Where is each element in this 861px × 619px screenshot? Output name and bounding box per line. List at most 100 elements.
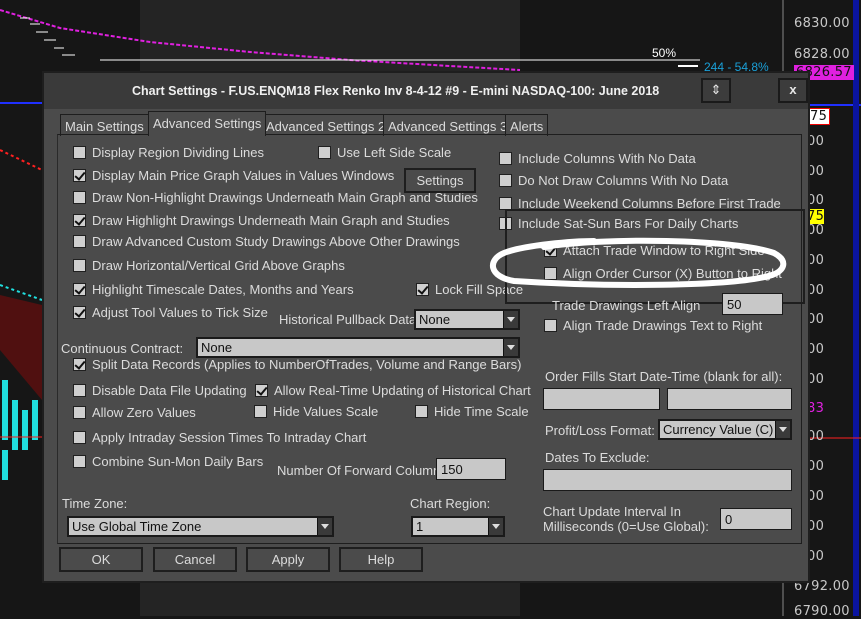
checkbox-label: Use Left Side Scale xyxy=(337,145,452,160)
checkbox-label: Apply Intraday Session Times To Intraday… xyxy=(92,430,367,445)
checkbox-box[interactable] xyxy=(73,235,86,248)
close-button[interactable]: x xyxy=(778,78,808,103)
tab-alerts[interactable]: Alerts xyxy=(505,114,549,136)
checkbox-label: Include Columns With No Data xyxy=(518,151,696,166)
apply-button[interactable]: Apply xyxy=(246,547,330,572)
checkbox-box[interactable] xyxy=(73,431,86,444)
historical-pullback-select[interactable]: None xyxy=(414,309,520,330)
continuous-contract-select[interactable]: None xyxy=(196,337,520,358)
help-button[interactable]: Help xyxy=(339,547,423,572)
dialog-titlebar[interactable]: Chart Settings - F.US.ENQM18 Flex Renko … xyxy=(44,73,808,109)
checkbox-box[interactable] xyxy=(73,191,86,204)
checkbox-label: Allow Real-Time Updating of Historical C… xyxy=(274,383,531,398)
dates-to-exclude-label: Dates To Exclude: xyxy=(545,450,650,465)
chevron-down-icon[interactable] xyxy=(317,518,332,535)
checkbox-box[interactable] xyxy=(73,406,86,419)
checkbox-label: Allow Zero Values xyxy=(92,405,196,420)
checkbox-label: Align Trade Drawings Text to Right xyxy=(563,318,763,333)
tab-main-settings[interactable]: Main Settings xyxy=(60,114,149,136)
time-zone-select[interactable]: Use Global Time Zone xyxy=(67,516,334,537)
checkbox-display-main-price-values[interactable]: Display Main Price Graph Values in Value… xyxy=(73,168,394,183)
checkbox-box[interactable] xyxy=(73,306,86,319)
trade-drawings-left-align-label: Trade Drawings Left Align xyxy=(552,298,701,313)
checkbox-box[interactable] xyxy=(318,146,331,159)
tab-advanced-settings-2[interactable]: Advanced Settings 2 xyxy=(261,114,391,136)
checkbox-box[interactable] xyxy=(73,283,86,296)
tab-advanced-settings-3[interactable]: Advanced Settings 3 xyxy=(383,114,513,136)
checkbox-draw-grid-above[interactable]: Draw Horizontal/Vertical Grid Above Grap… xyxy=(73,258,345,273)
checkbox-box[interactable] xyxy=(73,259,86,272)
checkbox-split-data-records[interactable]: Split Data Records (Applies to NumberOfT… xyxy=(73,357,521,372)
checkbox-disable-data-file-updating[interactable]: Disable Data File Updating xyxy=(73,383,247,398)
advanced-settings-panel: Display Region Dividing Lines Use Left Si… xyxy=(57,134,805,544)
checkbox-apply-intraday-session[interactable]: Apply Intraday Session Times To Intraday… xyxy=(73,430,366,445)
checkbox-label: Display Main Price Graph Values in Value… xyxy=(92,168,395,183)
order-fills-start-label: Order Fills Start Date-Time (blank for a… xyxy=(545,369,783,384)
checkbox-draw-highlight-underneath[interactable]: Draw Highlight Drawings Underneath Main … xyxy=(73,213,450,228)
checkbox-box[interactable] xyxy=(73,455,86,468)
trade-drawings-left-align-input[interactable]: 50 xyxy=(722,293,783,315)
checkbox-adjust-tool-values[interactable]: Adjust Tool Values to Tick Size xyxy=(73,305,268,320)
checkbox-label: Adjust Tool Values to Tick Size xyxy=(92,305,268,320)
checkbox-do-not-draw-columns[interactable]: Do Not Draw Columns With No Data xyxy=(499,173,728,188)
checkbox-label: Draw Highlight Drawings Underneath Main … xyxy=(92,213,450,228)
checkbox-label: Do Not Draw Columns With No Data xyxy=(518,173,729,188)
checkbox-label: Disable Data File Updating xyxy=(92,383,247,398)
tab-advanced-settings[interactable]: Advanced Settings xyxy=(148,111,267,136)
order-fills-start-time-input[interactable] xyxy=(667,388,792,410)
checkbox-combine-sun-mon[interactable]: Combine Sun-Mon Daily Bars xyxy=(73,454,263,469)
forward-columns-input[interactable]: 150 xyxy=(436,458,506,480)
checkbox-box[interactable] xyxy=(544,319,557,332)
checkbox-label: Hide Time Scale xyxy=(434,404,529,419)
checkbox-box[interactable] xyxy=(416,283,429,296)
chevron-down-icon[interactable] xyxy=(503,339,518,356)
settings-button[interactable]: Settings xyxy=(404,168,476,193)
checkbox-box[interactable] xyxy=(499,152,512,165)
chart-update-interval-label-1: Chart Update Interval In xyxy=(543,504,682,519)
chevron-down-icon[interactable] xyxy=(503,311,518,328)
checkbox-label: Highlight Timescale Dates, Months and Ye… xyxy=(92,282,354,297)
checkbox-label: Combine Sun-Mon Daily Bars xyxy=(92,454,264,469)
profit-loss-format-label: Profit/Loss Format: xyxy=(545,423,655,438)
checkbox-highlight-timescale[interactable]: Highlight Timescale Dates, Months and Ye… xyxy=(73,282,354,297)
checkbox-display-region-dividing-lines[interactable]: Display Region Dividing Lines xyxy=(73,145,264,160)
checkbox-box[interactable] xyxy=(73,358,86,371)
dates-to-exclude-input[interactable] xyxy=(543,469,792,491)
checkbox-label: Display Region Dividing Lines xyxy=(92,145,264,160)
order-fills-start-date-input[interactable] xyxy=(543,388,660,410)
checkbox-box[interactable] xyxy=(254,405,267,418)
checkbox-draw-advanced-custom-above[interactable]: Draw Advanced Custom Study Drawings Abov… xyxy=(73,234,460,249)
axis-price-label: 6828.00 xyxy=(794,47,850,62)
checkbox-use-left-side-scale[interactable]: Use Left Side Scale xyxy=(318,145,451,160)
checkbox-allow-zero-values[interactable]: Allow Zero Values xyxy=(73,405,196,420)
resize-updown-icon[interactable]: ⇕ xyxy=(701,78,731,103)
checkbox-box[interactable] xyxy=(255,384,268,397)
checkbox-box[interactable] xyxy=(73,169,86,182)
checkbox-include-columns-no-data[interactable]: Include Columns With No Data xyxy=(499,151,696,166)
profit-loss-format-select[interactable]: Currency Value (C) & xyxy=(658,419,792,440)
checkbox-box[interactable] xyxy=(73,146,86,159)
historical-pullback-label: Historical Pullback Data: xyxy=(279,312,420,327)
checkbox-box[interactable] xyxy=(73,384,86,397)
checkbox-hide-time-scale[interactable]: Hide Time Scale xyxy=(415,404,529,419)
continuous-contract-label: Continuous Contract: xyxy=(61,341,184,356)
forward-columns-label: Number Of Forward Columns: xyxy=(277,463,451,478)
checkbox-allow-realtime-updating[interactable]: Allow Real-Time Updating of Historical C… xyxy=(255,383,531,398)
checkbox-align-trade-drawings-text[interactable]: Align Trade Drawings Text to Right xyxy=(544,318,762,333)
checkbox-box[interactable] xyxy=(73,214,86,227)
chart-region-label: Chart Region: xyxy=(410,496,491,511)
checkbox-label: Split Data Records (Applies to NumberOfT… xyxy=(92,357,522,372)
chevron-down-icon[interactable] xyxy=(488,518,503,535)
hand-drawn-circle-annotation xyxy=(490,237,787,288)
chevron-down-icon[interactable] xyxy=(775,421,790,438)
checkbox-hide-values-scale[interactable]: Hide Values Scale xyxy=(254,404,378,419)
ok-button[interactable]: OK xyxy=(59,547,143,572)
checkbox-box[interactable] xyxy=(415,405,428,418)
cancel-button[interactable]: Cancel xyxy=(153,547,237,572)
dialog-title: Chart Settings - F.US.ENQM18 Flex Renko … xyxy=(132,84,660,98)
fib-percent-label: 50% xyxy=(652,46,677,60)
chart-region-select[interactable]: 1 xyxy=(411,516,505,537)
chart-update-interval-input[interactable]: 0 xyxy=(720,508,792,530)
checkbox-box[interactable] xyxy=(499,174,512,187)
checkbox-label: Draw Horizontal/Vertical Grid Above Grap… xyxy=(92,258,345,273)
